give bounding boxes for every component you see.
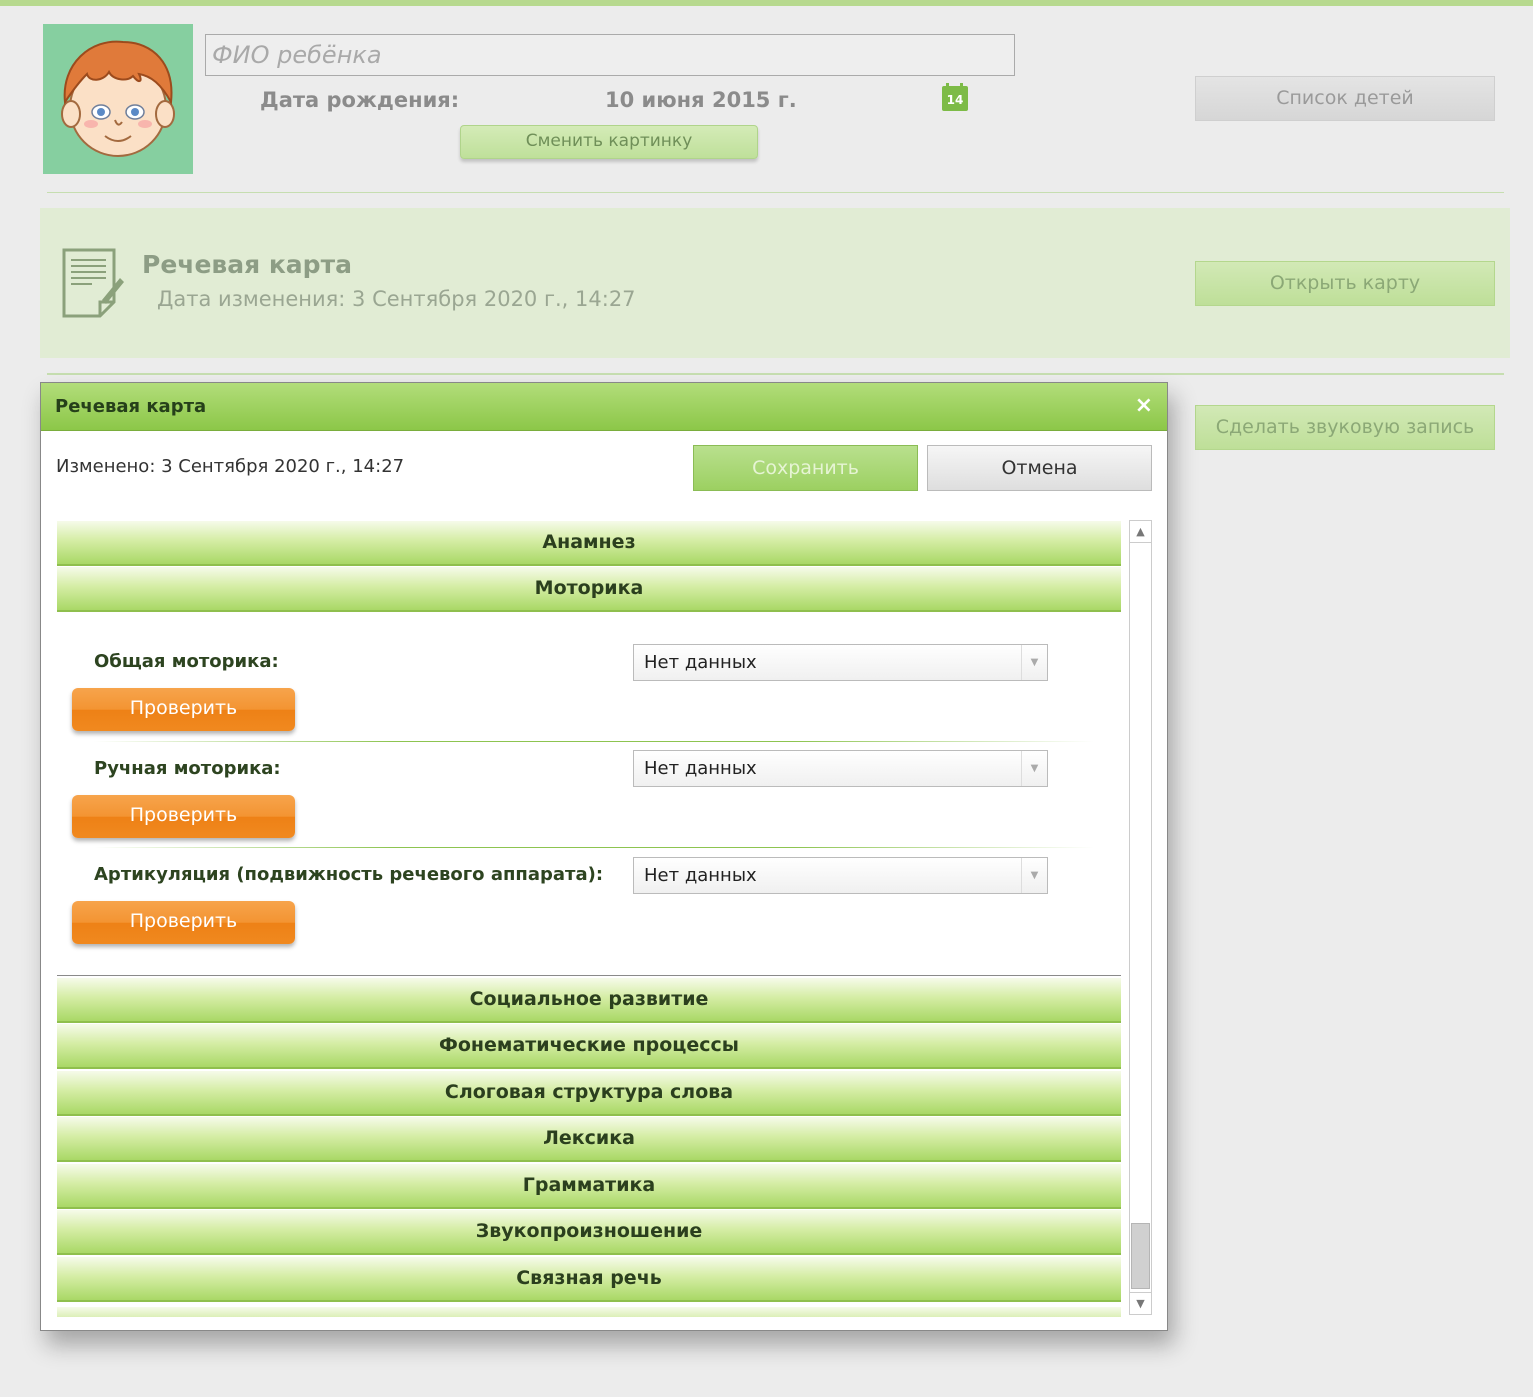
section-coherent-speech[interactable]: Связная речь: [57, 1257, 1121, 1302]
scroll-thumb[interactable]: [1131, 1223, 1150, 1289]
close-icon[interactable]: ×: [1135, 393, 1153, 418]
select-value: Нет данных: [644, 865, 757, 886]
chevron-down-icon: ▼: [1021, 751, 1047, 786]
calendar-icon[interactable]: 14: [942, 83, 968, 111]
child-avatar[interactable]: [43, 24, 193, 174]
section-sound-pronunciation[interactable]: Звукопроизношение: [57, 1210, 1121, 1255]
speech-card-date: Дата изменения: 3 Сентября 2020 г., 14:2…: [157, 287, 636, 311]
articulation-select[interactable]: Нет данных ▼: [633, 857, 1048, 894]
scroll-up-icon[interactable]: ▲: [1130, 521, 1151, 543]
articulation-label: Артикуляция (подвижность речевого аппара…: [94, 864, 604, 885]
children-list-button[interactable]: Список детей: [1195, 76, 1495, 121]
speech-card-title: Речевая карта: [142, 250, 352, 279]
section-syllable-structure[interactable]: Слоговая структура слова: [57, 1071, 1121, 1116]
top-accent-line: [0, 0, 1533, 6]
check-articulation-button[interactable]: Проверить: [72, 901, 295, 944]
divider: [47, 192, 1504, 193]
divider: [94, 741, 1094, 742]
save-button[interactable]: Сохранить: [693, 445, 918, 491]
select-value: Нет данных: [644, 758, 757, 779]
open-card-button[interactable]: Открыть карту: [1195, 261, 1495, 306]
section-social-development[interactable]: Социальное развитие: [57, 978, 1121, 1023]
section-phonemic-processes[interactable]: Фонематические процессы: [57, 1024, 1121, 1069]
scroll-down-icon[interactable]: ▼: [1130, 1292, 1151, 1314]
chevron-down-icon: ▼: [1021, 858, 1047, 893]
vertical-scrollbar[interactable]: ▲ ▼: [1129, 520, 1152, 1315]
general-motor-select[interactable]: Нет данных ▼: [633, 644, 1048, 681]
document-edit-icon: [62, 248, 124, 318]
chevron-down-icon: ▼: [1021, 645, 1047, 680]
hand-motor-label: Ручная моторика:: [94, 758, 281, 779]
check-general-motor-button[interactable]: Проверить: [72, 688, 295, 731]
section-anamnesis[interactable]: Анамнез: [57, 521, 1121, 566]
divider: [94, 847, 1094, 848]
select-value: Нет данных: [644, 652, 757, 673]
section-grammar[interactable]: Грамматика: [57, 1164, 1121, 1209]
section-vocabulary[interactable]: Лексика: [57, 1117, 1121, 1162]
birth-date-label: Дата рождения:: [260, 88, 460, 112]
hand-motor-select[interactable]: Нет данных ▼: [633, 750, 1048, 787]
dialog-header: Речевая карта ×: [41, 383, 1167, 431]
child-face-icon: [61, 40, 175, 157]
check-hand-motor-button[interactable]: Проверить: [72, 795, 295, 838]
divider: [47, 373, 1504, 375]
dialog-changed-date: Изменено: 3 Сентября 2020 г., 14:27: [56, 456, 405, 477]
dialog-title: Речевая карта: [55, 396, 207, 417]
speech-card-dialog: Речевая карта × Изменено: 3 Сентября 202…: [40, 382, 1168, 1331]
section-motor-skills[interactable]: Моторика: [57, 567, 1121, 612]
child-name-input[interactable]: [205, 34, 1015, 76]
change-picture-button[interactable]: Сменить картинку: [460, 125, 758, 159]
general-motor-label: Общая моторика:: [94, 651, 279, 672]
birth-date-value[interactable]: 10 июня 2015 г.: [605, 88, 797, 112]
make-recording-button[interactable]: Сделать звуковую запись: [1195, 405, 1495, 450]
cancel-button[interactable]: Отмена: [927, 445, 1152, 491]
section-next-partial: [57, 1307, 1121, 1317]
divider: [57, 975, 1121, 976]
